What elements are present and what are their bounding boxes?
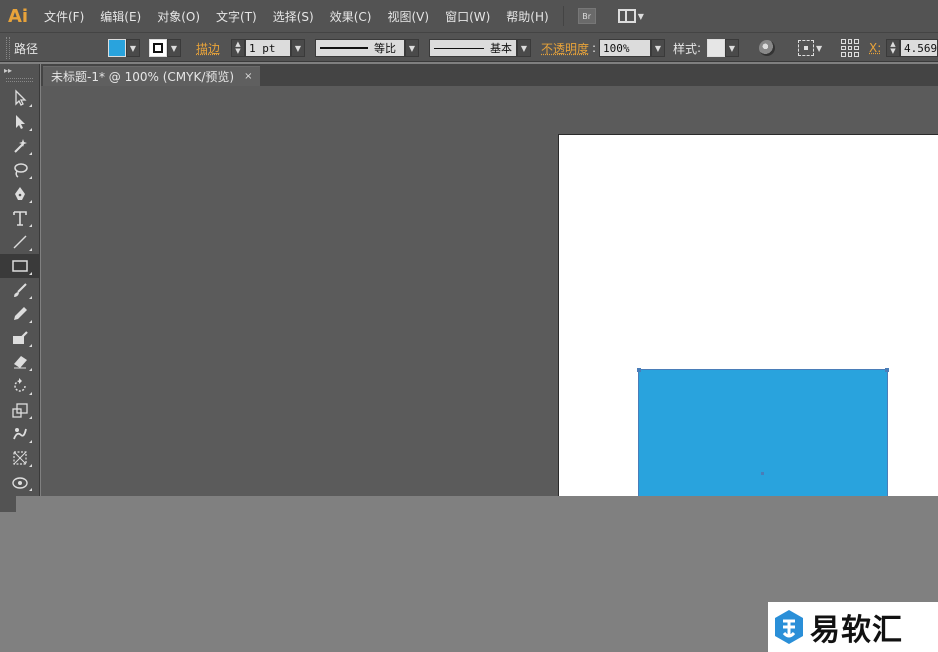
free-transform-tool[interactable] xyxy=(0,446,40,470)
menu-effect[interactable]: 效果(C) xyxy=(322,8,380,25)
x-label[interactable]: X xyxy=(869,41,877,55)
close-icon[interactable]: × xyxy=(244,71,252,82)
menu-divider xyxy=(562,6,564,26)
menu-window[interactable]: 窗口(W) xyxy=(437,8,498,25)
artboard[interactable] xyxy=(558,134,938,496)
align-icon[interactable] xyxy=(798,40,814,56)
stroke-label[interactable]: 描边 xyxy=(196,40,220,57)
pencil-tool[interactable] xyxy=(0,302,40,326)
bridge-button[interactable]: Br xyxy=(577,8,596,24)
app-logo: Ai xyxy=(7,5,29,27)
menu-bar: Ai 文件(F) 编辑(E) 对象(O) 文字(T) 选择(S) 效果(C) 视… xyxy=(0,0,938,32)
fill-swatch[interactable] xyxy=(108,39,126,57)
pen-tool[interactable] xyxy=(0,182,40,206)
anchor-point[interactable] xyxy=(885,368,889,372)
brush-definition[interactable]: 基本 xyxy=(429,39,517,57)
stroke-swatch[interactable] xyxy=(149,39,167,57)
workspace-switcher[interactable]: ▼ xyxy=(617,9,644,23)
stroke-weight-dropdown[interactable]: ▼ xyxy=(291,39,305,57)
graphic-style-dropdown[interactable]: ▼ xyxy=(725,39,739,57)
selection-type-label: 路径 xyxy=(14,41,39,56)
warp-tool[interactable] xyxy=(0,422,40,446)
reference-point-icon[interactable] xyxy=(841,39,859,57)
style-label: 样式 xyxy=(673,41,698,56)
brush-label: 基本 xyxy=(490,42,512,55)
rectangle-tool[interactable] xyxy=(0,254,40,278)
type-tool[interactable] xyxy=(0,206,40,230)
line-segment-tool[interactable] xyxy=(0,230,40,254)
magic-wand-tool[interactable] xyxy=(0,134,40,158)
toolbar-grip[interactable] xyxy=(6,78,33,82)
variable-width-profile[interactable]: 等比 xyxy=(315,39,405,57)
menu-select[interactable]: 选择(S) xyxy=(265,8,322,25)
selected-rectangle[interactable] xyxy=(637,368,889,496)
symbol-sprayer-tool[interactable] xyxy=(0,470,40,494)
workspace-icon xyxy=(617,9,636,23)
center-point xyxy=(761,472,764,475)
stroke-weight-stepper[interactable]: ▲ ▼ xyxy=(231,39,245,57)
recolor-artwork-icon[interactable] xyxy=(759,40,775,56)
watermark-logo-icon xyxy=(775,610,803,644)
opacity-label[interactable]: 不透明度 xyxy=(541,40,589,57)
canvas-area[interactable] xyxy=(41,86,938,496)
menu-help[interactable]: 帮助(H) xyxy=(498,8,556,25)
document-tab-title: 未标题-1* @ 100% (CMYK/预览) xyxy=(51,70,235,84)
menu-edit[interactable]: 编辑(E) xyxy=(92,8,149,25)
lower-panel-corner xyxy=(0,496,16,512)
selection-tool[interactable] xyxy=(0,86,40,110)
x-input[interactable]: 4.5694 xyxy=(900,39,938,57)
collapse-toolbar-icon[interactable]: ▸▸ xyxy=(0,64,39,76)
menu-object[interactable]: 对象(O) xyxy=(149,8,208,25)
opacity-dropdown[interactable]: ▼ xyxy=(651,39,665,57)
brush-dropdown[interactable]: ▼ xyxy=(517,39,531,57)
tools-panel: ▸▸ xyxy=(0,64,40,510)
direct-selection-tool[interactable] xyxy=(0,110,40,134)
stroke-dropdown[interactable]: ▼ xyxy=(167,39,181,57)
anchor-point[interactable] xyxy=(637,368,641,372)
lasso-tool[interactable] xyxy=(0,158,40,182)
menu-view[interactable]: 视图(V) xyxy=(379,8,437,25)
watermark-text: 易软汇 xyxy=(810,613,903,648)
panel-grip[interactable] xyxy=(6,37,10,59)
profile-label: 等比 xyxy=(374,42,396,55)
control-bar: 路径 ▼ ▼ 描边 ▲ ▼ 1 pt ▼ 等比 ▼ 基本 ▼ 不透明度 : 100… xyxy=(0,32,938,62)
menu-file[interactable]: 文件(F) xyxy=(36,8,92,25)
fill-dropdown[interactable]: ▼ xyxy=(126,39,140,57)
scale-tool[interactable] xyxy=(0,398,40,422)
blob-brush-tool[interactable] xyxy=(0,326,40,350)
chevron-down-icon: ▼ xyxy=(637,11,644,21)
paintbrush-tool[interactable] xyxy=(0,278,40,302)
eraser-tool[interactable] xyxy=(0,350,40,374)
brush-line-icon xyxy=(434,47,484,49)
graphic-style-swatch[interactable] xyxy=(707,39,725,57)
watermark: 易软汇 xyxy=(768,602,938,652)
profile-dropdown[interactable]: ▼ xyxy=(405,39,419,57)
x-stepper[interactable]: ▲ ▼ xyxy=(886,39,900,57)
chevron-down-icon[interactable]: ▼ xyxy=(816,44,822,53)
document-tab[interactable]: 未标题-1* @ 100% (CMYK/预览) × xyxy=(43,66,261,86)
opacity-input[interactable]: 100% xyxy=(599,39,651,57)
rotate-tool[interactable] xyxy=(0,374,40,398)
stroke-weight-input[interactable]: 1 pt xyxy=(245,39,291,57)
profile-line-icon xyxy=(320,47,368,49)
menu-type[interactable]: 文字(T) xyxy=(208,8,265,25)
